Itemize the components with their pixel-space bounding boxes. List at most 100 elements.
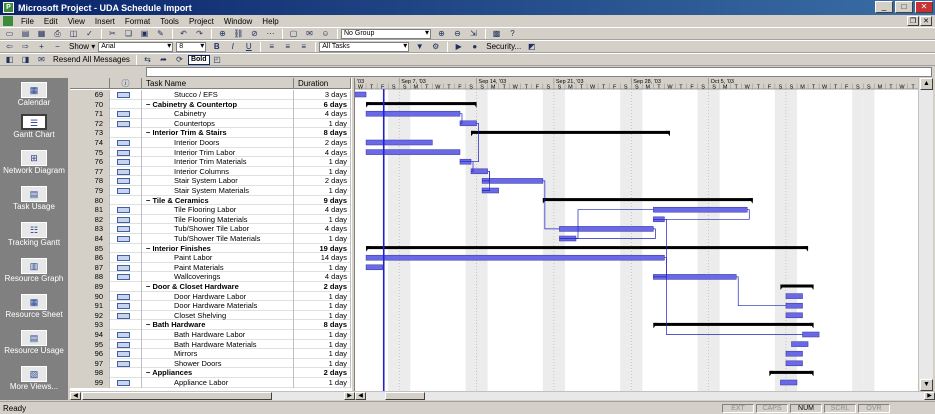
note-icon[interactable]	[117, 303, 130, 310]
table-row[interactable]: 76 Interior Trim Materials 1 day	[70, 157, 351, 167]
task-name-cell[interactable]: Tile Flooring Labor	[142, 205, 294, 215]
note-icon[interactable]	[117, 360, 130, 367]
table-row[interactable]: 69 Stucco / EFS 3 days	[70, 90, 351, 100]
task-name-cell[interactable]: Door Hardware Labor	[142, 291, 294, 302]
table-row[interactable]: 98 − Appliances 2 days	[70, 368, 351, 378]
task-name-cell[interactable]: Shower Doors	[142, 358, 294, 369]
task-name-cell[interactable]: − Interior Trim & Stairs	[142, 128, 294, 138]
duration-cell[interactable]: 1 day	[294, 262, 351, 273]
note-icon[interactable]	[117, 188, 130, 194]
italic-icon[interactable]: I	[225, 41, 240, 52]
gantt-horizontal-scrollbar[interactable]: ◀ ▶	[355, 391, 935, 400]
task-name-cell[interactable]: Interior Columns	[142, 166, 294, 177]
task-name-cell[interactable]: Interior Trim Materials	[142, 157, 294, 167]
task-name-cell[interactable]: − Cabinetry & Countertop	[142, 99, 294, 110]
table-row[interactable]: 88 Wallcoverings 4 days	[70, 272, 351, 282]
note-icon[interactable]	[117, 236, 130, 242]
note-icon[interactable]	[117, 341, 130, 348]
hide-subtasks-icon[interactable]: −	[50, 41, 65, 52]
row-id[interactable]: 97	[70, 358, 110, 369]
task-name-cell[interactable]: Interior Doors	[142, 138, 294, 148]
menu-file[interactable]: File	[16, 17, 39, 26]
note-icon[interactable]	[117, 92, 130, 98]
note-icon[interactable]	[117, 178, 130, 185]
align-right-icon[interactable]: ≡	[296, 41, 311, 52]
copy-picture-icon[interactable]: ▩	[489, 28, 504, 39]
table-row[interactable]: 92 Closet Shelving 1 day	[70, 310, 351, 321]
copy-icon[interactable]: ❏	[121, 28, 136, 39]
duration-cell[interactable]: 4 days	[294, 205, 351, 215]
row-id[interactable]: 70	[70, 99, 110, 110]
close-button[interactable]: ✕	[915, 1, 933, 13]
task-name-cell[interactable]: Tub/Shower Tile Materials	[142, 234, 294, 244]
row-id[interactable]: 74	[70, 138, 110, 148]
note-icon[interactable]	[117, 159, 130, 166]
row-id[interactable]: 79	[70, 186, 110, 196]
print-icon[interactable]: ⎙	[50, 28, 65, 39]
table-row[interactable]: 89 − Door & Closet Hardware 2 days	[70, 282, 351, 292]
visual-basic-icon[interactable]: ◩	[524, 41, 539, 52]
indicators-column-header[interactable]: ⓘ	[110, 78, 142, 89]
duration-cell[interactable]: 6 days	[294, 99, 351, 110]
unlink-tasks-icon[interactable]: ⊘	[247, 28, 262, 39]
task-name-cell[interactable]: Stair System Labor	[142, 176, 294, 186]
note-icon[interactable]	[117, 293, 130, 300]
menu-window[interactable]: Window	[219, 17, 257, 26]
menu-edit[interactable]: Edit	[39, 17, 63, 26]
duration-cell[interactable]: 3 days	[294, 90, 351, 100]
table-scroll-left-icon[interactable]: ◀	[70, 392, 81, 400]
note-icon[interactable]	[117, 149, 130, 156]
row-id[interactable]: 94	[70, 330, 110, 340]
scroll-up-icon[interactable]: ▲	[920, 78, 933, 90]
task-name-cell[interactable]: − Interior Finishes	[142, 243, 294, 254]
note-icon[interactable]	[117, 380, 130, 386]
row-id[interactable]: 82	[70, 214, 110, 225]
note-icon[interactable]	[117, 332, 130, 338]
row-id[interactable]: 95	[70, 339, 110, 350]
view-network-diagram[interactable]: ⊞ Network Diagram	[0, 150, 68, 175]
duration-cell[interactable]: 4 days	[294, 224, 351, 234]
task-name-cell[interactable]: − Bath Hardware	[142, 320, 294, 330]
table-row[interactable]: 85 − Interior Finishes 19 days	[70, 243, 351, 254]
spelling-icon[interactable]: ✓	[82, 28, 97, 39]
duration-cell[interactable]: 8 days	[294, 320, 351, 330]
duration-cell[interactable]: 4 days	[294, 272, 351, 282]
task-name-cell[interactable]: Mirrors	[142, 349, 294, 359]
duration-cell[interactable]: 1 day	[294, 166, 351, 177]
select-all-corner[interactable]	[70, 78, 110, 89]
row-id[interactable]: 96	[70, 349, 110, 359]
note-icon[interactable]	[117, 120, 130, 127]
view-gantt-chart[interactable]: ☰ Gantt Chart	[0, 114, 68, 139]
task-name-cell[interactable]: Closet Shelving	[142, 310, 294, 321]
filter-combo[interactable]: All Tasks	[319, 41, 410, 52]
security-button[interactable]: Security...	[483, 42, 524, 51]
table-row[interactable]: 73 − Interior Trim & Stairs 8 days	[70, 128, 351, 138]
document-icon[interactable]	[3, 16, 13, 26]
row-id[interactable]: 90	[70, 291, 110, 302]
view-tracking-gantt[interactable]: ☷ Tracking Gantt	[0, 222, 68, 247]
note-icon[interactable]	[117, 351, 130, 358]
row-id[interactable]: 71	[70, 109, 110, 119]
task-name-cell[interactable]: Stucco / EFS	[142, 90, 294, 100]
note-icon[interactable]	[117, 255, 130, 262]
table-scroll-thumb[interactable]	[82, 392, 272, 400]
task-name-cell[interactable]: Cabinetry	[142, 109, 294, 119]
task-name-cell[interactable]: Stair System Materials	[142, 186, 294, 196]
align-center-icon[interactable]: ≡	[280, 41, 295, 52]
row-id[interactable]: 81	[70, 205, 110, 215]
gantt-scroll-thumb[interactable]	[385, 392, 425, 400]
show-subtasks-icon[interactable]: +	[34, 41, 49, 52]
table-row[interactable]: 82 Tile Flooring Materials 1 day	[70, 214, 351, 225]
note-icon[interactable]	[117, 274, 130, 281]
duration-cell[interactable]: 1 day	[294, 118, 351, 129]
duration-cell[interactable]: 4 days	[294, 109, 351, 119]
redo-icon[interactable]: ↷	[192, 28, 207, 39]
table-row[interactable]: 94 Bath Hardware Labor 1 day	[70, 330, 351, 340]
gantt-scroll-right-icon[interactable]: ▶	[924, 392, 935, 400]
task-name-cell[interactable]: Countertops	[142, 118, 294, 129]
indent-icon[interactable]: ⇨	[18, 41, 33, 52]
cut-icon[interactable]: ✂	[105, 28, 120, 39]
bold-icon[interactable]: B	[209, 41, 224, 52]
note-icon[interactable]	[117, 207, 130, 214]
row-id[interactable]: 99	[70, 378, 110, 388]
